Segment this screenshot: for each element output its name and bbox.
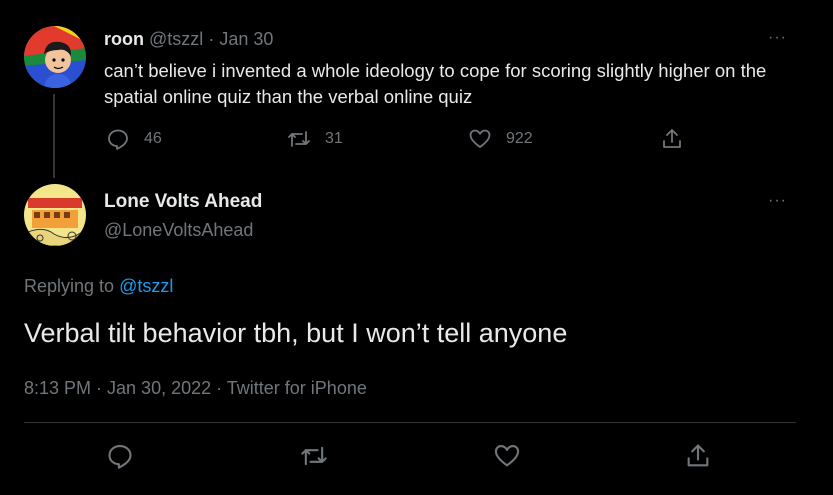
like-count: 922 [506,130,533,147]
tweet-timestamp[interactable]: 8:13 PM · Jan 30, 2022 · Twitter for iPh… [24,376,367,400]
more-icon[interactable]: ··· [768,30,787,46]
reply-button[interactable] [106,442,134,475]
author-handle[interactable]: @LoneVoltsAhead [104,218,253,242]
parent-tweet-text: can’t believe i invented a whole ideolog… [104,60,767,107]
thread-connector-line [53,94,55,178]
avatar-roon-image [24,26,86,88]
avatar[interactable] [24,26,86,88]
divider [24,422,796,423]
replying-to-mention[interactable]: @tszzl [119,276,173,296]
author-handle[interactable]: @tszzl [149,29,203,49]
share-icon [687,444,709,467]
heart-icon [469,129,491,148]
reply-button[interactable]: 46 [106,127,162,151]
heart-icon [494,445,520,467]
parent-tweet[interactable]: roon @tszzl · Jan 30 ··· can’t believe i… [0,0,833,178]
share-button[interactable] [684,442,712,475]
retweet-button[interactable] [300,442,328,475]
reply-icon [108,129,128,150]
like-button[interactable]: 922 [468,127,533,151]
share-button[interactable] [660,127,684,151]
replying-to-label: Replying to [24,276,115,296]
retweet-icon [288,131,310,147]
share-icon [663,129,681,148]
avatar[interactable] [24,184,86,246]
more-icon[interactable]: ··· [768,193,787,209]
separator-dot: · [208,29,215,49]
reply-tweet-text: Verbal tilt behavior tbh, but I won’t te… [24,318,568,348]
replying-to-line: Replying to @tszzl [24,274,173,298]
author-name[interactable]: Lone Volts Ahead [104,190,262,214]
parent-tweet-header: roon @tszzl · Jan 30 [104,27,273,51]
retweet-count: 31 [325,130,343,147]
reply-count: 46 [144,130,162,147]
author-name[interactable]: roon [104,29,144,49]
reply-icon [108,445,132,469]
avatar-lonevolts-image [24,184,86,246]
retweet-icon [301,446,327,466]
retweet-button[interactable]: 31 [287,127,343,151]
like-button[interactable] [493,442,521,475]
tweet-thread: roon @tszzl · Jan 30 ··· can’t believe i… [0,0,833,495]
tweet-date[interactable]: Jan 30 [219,29,273,49]
